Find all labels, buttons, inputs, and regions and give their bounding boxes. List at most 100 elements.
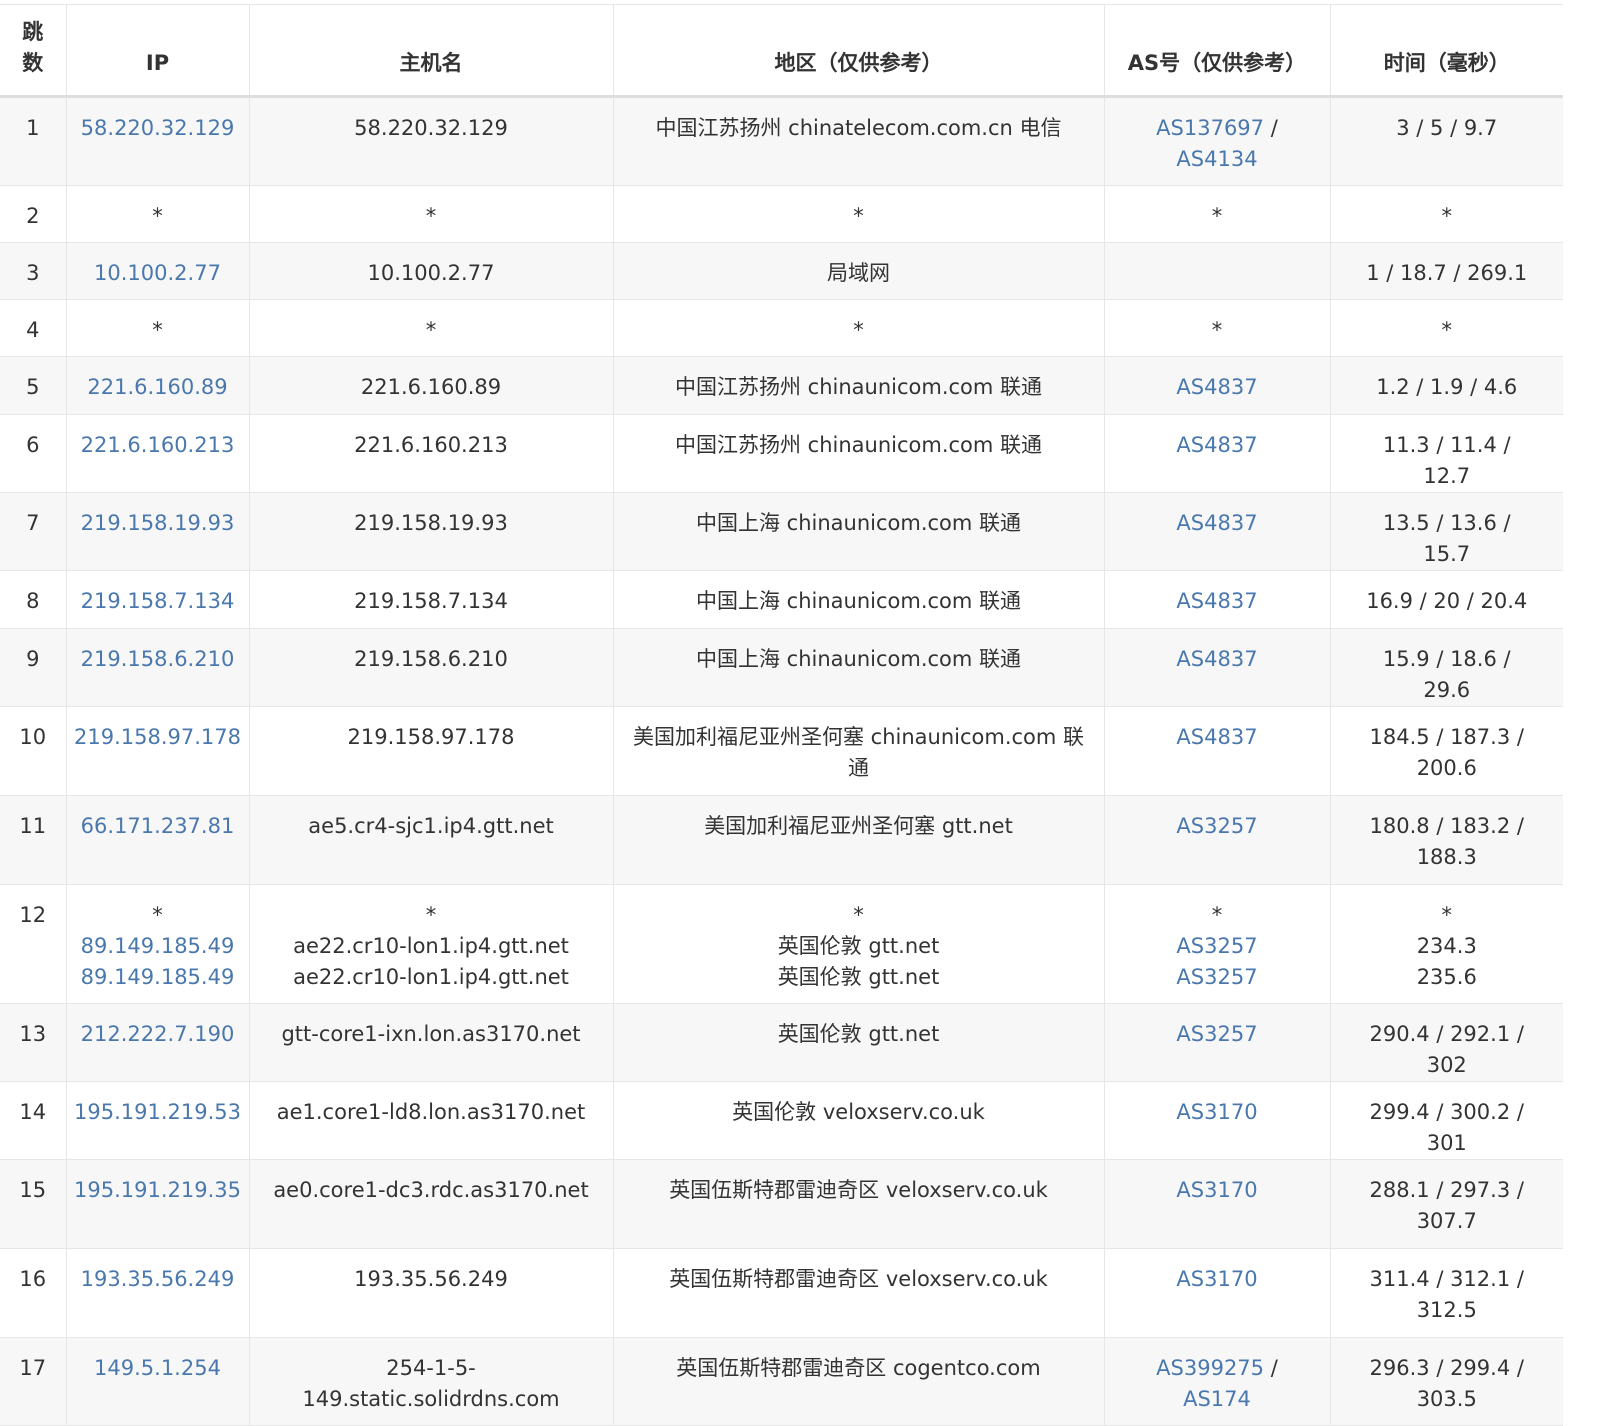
hop-cell: 8 <box>0 570 67 629</box>
asn-cell: * <box>1103 185 1331 243</box>
hostname-cell: ae5.cr4-sjc1.ip4.gtt.net <box>248 795 614 885</box>
asn-link[interactable]: AS3257 <box>1176 934 1257 958</box>
hop-cell: 4 <box>0 299 67 357</box>
ip-link[interactable]: 195.191.219.35 <box>73 1175 243 1206</box>
asn-line: AS399275 / AS174 <box>1152 1353 1282 1415</box>
region-text: 英国伦敦 gtt.net <box>777 934 940 958</box>
ip-cell: 193.35.56.249 <box>65 1248 250 1338</box>
hostname-text: 219.158.97.178 <box>347 725 515 749</box>
asn-link[interactable]: AS4837 <box>1176 647 1257 671</box>
asn-cell: AS4837 <box>1103 706 1331 796</box>
hop-cell: 12 <box>0 884 67 1004</box>
asn-link[interactable]: AS4837 <box>1176 589 1257 613</box>
ip-link[interactable]: 89.149.185.49 <box>73 962 243 993</box>
ip-cell: 219.158.7.134 <box>65 570 250 629</box>
ip-link[interactable]: 195.191.219.53 <box>73 1097 243 1128</box>
table-row: 15 195.191.219.35 ae0.core1-dc3.rdc.as3170… <box>0 1159 1563 1249</box>
asn-link[interactable]: AS4837 <box>1176 375 1257 399</box>
hop-cell: 9 <box>0 628 67 707</box>
asn-line: * <box>1111 315 1324 346</box>
table-row: 13 212.222.7.190 gtt-core1-ixn.lon.as3170.… <box>0 1003 1563 1082</box>
table-row: 6 221.6.160.213 221.6.160.213 中国江苏扬州 chinau… <box>0 414 1563 493</box>
ip-link[interactable]: 10.100.2.77 <box>73 258 243 289</box>
region-text: 英国伍斯特郡雷迪奇区 veloxserv.co.uk <box>669 1267 1048 1291</box>
ip-link[interactable]: 221.6.160.89 <box>73 372 243 403</box>
hop-cell: 15 <box>0 1159 67 1249</box>
hop-cell: 1 <box>0 96 67 186</box>
time-text: 11.3 / 11.4 / 12.7 <box>1382 433 1511 488</box>
hostname-text: * <box>425 318 437 342</box>
region-text: 中国上海 chinaunicom.com 联通 <box>695 647 1022 671</box>
ip-cell: 221.6.160.213 <box>65 414 250 493</box>
time-text: * <box>1441 204 1453 228</box>
region-text: 英国伦敦 veloxserv.co.uk <box>732 1100 985 1124</box>
hostname-text: 58.220.32.129 <box>354 116 508 140</box>
hostname-cell: * ae22.cr10-lon1.ip4.gtt.net ae22.cr10-lon… <box>248 884 614 1004</box>
asn-link[interactable]: AS3170 <box>1176 1100 1257 1124</box>
hostname-cell: 254-1-5- 149.static.solidrdns.com <box>248 1337 614 1426</box>
region-cell: * <box>612 185 1105 243</box>
ip-link[interactable]: 219.158.6.210 <box>73 644 243 675</box>
asn-line: AS3170 <box>1111 1175 1324 1206</box>
hostname-text: * <box>425 204 437 228</box>
asn-separator: / <box>1264 116 1278 140</box>
ip-link[interactable]: 219.158.7.134 <box>73 586 243 617</box>
ip-link[interactable]: 89.149.185.49 <box>73 931 243 962</box>
ip-link[interactable]: 219.158.97.178 <box>73 722 243 753</box>
time-cell: 180.8 / 183.2 / 188.3 <box>1329 795 1563 885</box>
table-body: 1 58.220.32.129 58.220.32.129 中国江苏扬州 chinat… <box>0 96 1563 1426</box>
ip-link[interactable]: 66.171.237.81 <box>73 811 243 842</box>
region-cell: 中国江苏扬州 chinatelecom.com.cn 电信 <box>612 96 1105 186</box>
time-text: 3 / 5 / 9.7 <box>1396 116 1498 140</box>
asn-link[interactable]: AS4837 <box>1176 511 1257 535</box>
table-header: 跳数 IP 主机名 地区（仅供参考） AS号（仅供参考） 时间（毫秒） <box>0 4 1563 98</box>
asn-line: AS4837 <box>1111 722 1324 753</box>
hostname-text: ae22.cr10-lon1.ip4.gtt.net <box>293 934 569 958</box>
region-cell: 英国伍斯特郡雷迪奇区 veloxserv.co.uk <box>612 1248 1105 1338</box>
ip-link[interactable]: 221.6.160.213 <box>73 430 243 461</box>
asn-line: AS4837 <box>1111 508 1324 539</box>
hop-number: 1 <box>26 116 40 140</box>
ip-link[interactable]: 149.5.1.254 <box>73 1353 243 1384</box>
asn-link[interactable]: AS137697 <box>1156 116 1264 140</box>
asn-cell: AS4837 <box>1103 570 1331 629</box>
table-row: 16 193.35.56.249 193.35.56.249 英国伍斯特郡雷迪奇区 v… <box>0 1248 1563 1338</box>
asn-link[interactable]: AS399275 <box>1156 1356 1264 1380</box>
region-text: 英国伦敦 gtt.net <box>777 965 940 989</box>
time-text: 184.5 / 187.3 / 200.6 <box>1369 725 1524 780</box>
hop-cell: 5 <box>0 356 67 415</box>
asn-link[interactable]: AS3170 <box>1176 1267 1257 1291</box>
ip-link[interactable]: 212.222.7.190 <box>73 1019 243 1050</box>
asn-link[interactable]: AS3257 <box>1176 814 1257 838</box>
asn-link[interactable]: AS174 <box>1183 1387 1251 1411</box>
hostname-cell: 219.158.6.210 <box>248 628 614 707</box>
asn-line: AS3257 <box>1111 962 1324 993</box>
time-text: 180.8 / 183.2 / 188.3 <box>1369 814 1524 869</box>
hostname-cell: gtt-core1-ixn.lon.as3170.net <box>248 1003 614 1082</box>
asn-link[interactable]: AS3170 <box>1176 1178 1257 1202</box>
ip-placeholder: * <box>152 204 163 228</box>
ip-link[interactable]: 193.35.56.249 <box>73 1264 243 1295</box>
region-text: 局域网 <box>827 261 890 285</box>
table-row: 2 * * * * * <box>0 185 1563 243</box>
asn-link[interactable]: AS4134 <box>1176 147 1257 171</box>
hop-number: 15 <box>19 1178 47 1202</box>
asn-cell: * <box>1103 299 1331 357</box>
hop-number: 3 <box>26 261 40 285</box>
asn-cell: AS399275 / AS174 <box>1103 1337 1331 1426</box>
asn-link[interactable]: AS3257 <box>1176 965 1257 989</box>
asn-link[interactable]: AS3257 <box>1176 1022 1257 1046</box>
asn-link[interactable]: AS4837 <box>1176 433 1257 457</box>
region-cell: 中国上海 chinaunicom.com 联通 <box>612 628 1105 707</box>
asn-link[interactable]: AS4837 <box>1176 725 1257 749</box>
region-text: 美国加利福尼亚州圣何塞 chinaunicom.com 联通 <box>632 725 1085 780</box>
ip-cell: * 89.149.185.49 89.149.185.49 <box>65 884 250 1004</box>
asn-cell: AS4837 <box>1103 356 1331 415</box>
ip-link[interactable]: 219.158.19.93 <box>73 508 243 539</box>
ip-link[interactable]: 58.220.32.129 <box>73 113 243 144</box>
asn-line: AS4837 <box>1111 586 1324 617</box>
hostname-text: 10.100.2.77 <box>367 261 495 285</box>
time-cell: 290.4 / 292.1 / 302 <box>1329 1003 1563 1082</box>
hop-number: 9 <box>26 647 40 671</box>
region-text: * <box>853 318 864 342</box>
